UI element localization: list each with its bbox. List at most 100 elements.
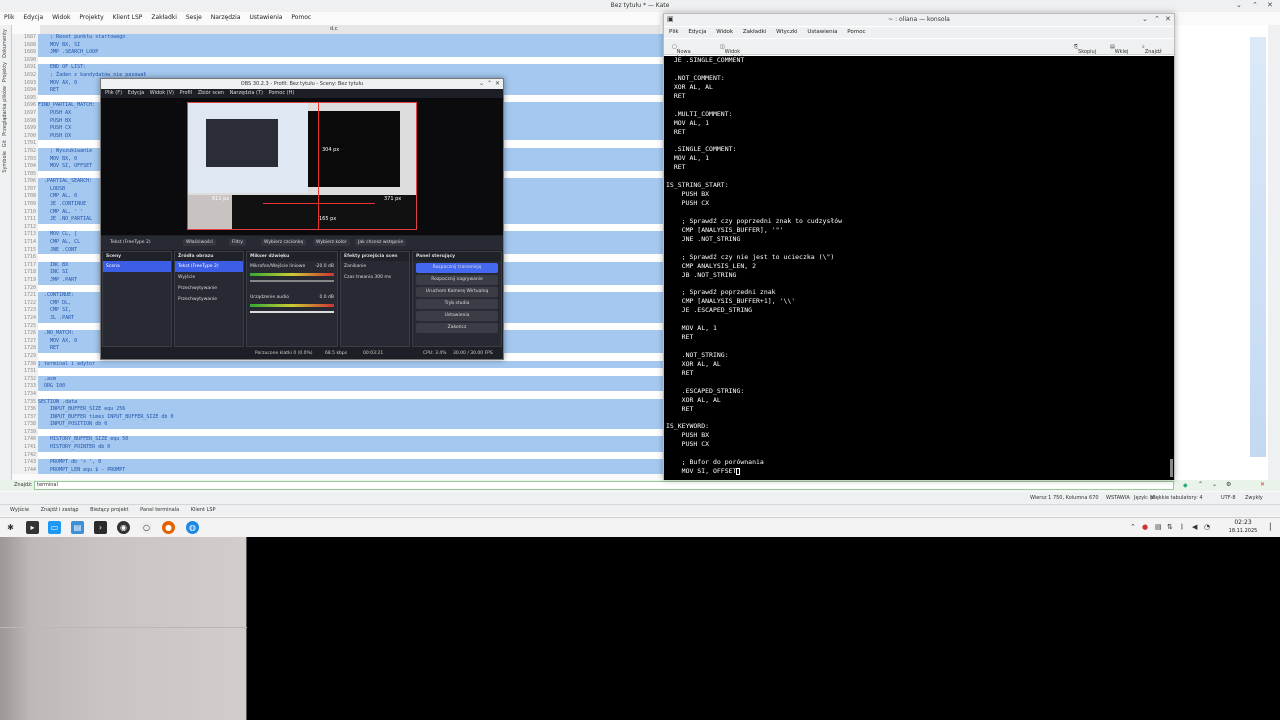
file-type[interactable]: Zwykły — [1245, 495, 1263, 501]
obs-task-icon[interactable]: ◉ — [117, 521, 130, 534]
dock-tab-projects[interactable]: Projekty — [2, 62, 8, 82]
menu-file[interactable]: Plik — [4, 12, 14, 24]
scene-item[interactable]: Scena — [103, 261, 171, 272]
menu-projects[interactable]: Projekty — [79, 12, 103, 24]
properties-button[interactable]: Właściwości — [183, 239, 217, 246]
cursor-position[interactable]: Wiersz 1 750, Kolumna 670 — [1030, 495, 1099, 501]
browser-task-icon[interactable]: ◍ — [186, 521, 199, 534]
source-item[interactable]: Przechwytywanie — [175, 283, 243, 294]
menu-sessions[interactable]: Sesje — [186, 12, 202, 24]
start-streaming-button[interactable]: Rozpocznij transmisję — [416, 263, 498, 273]
menu-tools[interactable]: Narzędzia — [211, 12, 241, 24]
font-button[interactable]: Wybierz czcionkę — [261, 239, 307, 246]
indent-setting[interactable]: Miękkie tabulatory: 4 — [1150, 495, 1203, 501]
search-options-icon[interactable]: ⚙ — [1226, 481, 1231, 488]
konsole-menu-view[interactable]: Widok — [716, 27, 733, 38]
filters-button[interactable]: Filtry — [229, 239, 247, 246]
tray-record-icon[interactable]: ● — [1142, 523, 1148, 531]
konsole-menu-bookmarks[interactable]: Zakładki — [743, 27, 766, 38]
source-item[interactable]: Wyjście — [175, 272, 243, 283]
obs-menu-edit[interactable]: Edycja — [128, 89, 145, 98]
konsole-menu-plugins[interactable]: Wtyczki — [776, 27, 797, 38]
dock-tab-filebrowser[interactable]: Przeglądarka plików — [2, 86, 8, 136]
copy-button[interactable]: ⎘ Skopiuj — [1074, 44, 1096, 55]
encoding[interactable]: UTF-8 — [1221, 495, 1236, 501]
tray-network-icon[interactable]: ⇅ — [1167, 523, 1173, 531]
search-input[interactable]: terminal — [34, 481, 1174, 490]
preview-canvas[interactable]: 611 px 371 px 165 px 304 px — [187, 102, 417, 230]
studio-mode-button[interactable]: Tryb studia — [416, 299, 498, 309]
text-input[interactable]: Jak chcesz wstępnie — [355, 239, 407, 246]
konsole-task-icon[interactable]: ▸ — [26, 521, 39, 534]
konsole-menu-settings[interactable]: Ustawienia — [807, 27, 837, 38]
chrome-task-icon[interactable]: ○ — [140, 521, 153, 534]
menu-edit[interactable]: Edycja — [23, 12, 43, 24]
menu-lsp[interactable]: Klient LSP — [113, 12, 143, 24]
mic-volume-slider[interactable] — [250, 280, 334, 282]
desktop-volume-slider[interactable] — [250, 311, 334, 313]
konsole-close-icon[interactable]: ✕ — [1165, 15, 1171, 23]
toolview-search-replace[interactable]: Znajdź i zastąp — [41, 505, 79, 516]
konsole-maximize-icon[interactable]: ⌃ — [1154, 15, 1160, 23]
terminal-scrollbar[interactable] — [1170, 459, 1173, 477]
source-item[interactable]: Tekst (FreeType 2) — [175, 261, 243, 272]
search-next-icon[interactable]: ◆ — [1183, 482, 1188, 489]
toolview-terminal[interactable]: Panel terminala — [140, 505, 179, 516]
search-close-icon[interactable]: ✕ — [1260, 481, 1265, 488]
document-tab[interactable]: d.c — [330, 26, 338, 32]
minimap-viewport[interactable] — [1250, 37, 1266, 457]
color-button[interactable]: Wybierz kolor — [313, 239, 350, 246]
minimize-icon[interactable]: ⌄ — [1236, 1, 1242, 9]
dock-tab-symbols[interactable]: Symbole — [2, 151, 8, 173]
split-view-button[interactable]: ◫ Widok podzielony — [720, 44, 752, 61]
clock[interactable]: 02:23 18.11.2025 — [1220, 519, 1266, 535]
terminal-task-icon[interactable]: › — [94, 521, 107, 534]
editor-minimap[interactable] — [1175, 25, 1280, 485]
dock-tab-git[interactable]: Git — [2, 140, 8, 147]
menu-view[interactable]: Widok — [52, 12, 70, 24]
obs-menu-scenes[interactable]: Zbiór scen — [198, 89, 224, 98]
settings-button[interactable]: Ustawienia — [416, 311, 498, 321]
firefox-task-icon[interactable]: ● — [162, 521, 175, 534]
obs-maximize-icon[interactable]: ⌃ — [487, 80, 492, 87]
toolview-current-project[interactable]: Bieżący projekt — [90, 505, 128, 516]
toolview-output[interactable]: Wyjście — [10, 505, 29, 516]
konsole-menu-file[interactable]: Plik — [669, 27, 679, 38]
konsole-minimize-icon[interactable]: ⌄ — [1142, 15, 1148, 23]
menu-settings[interactable]: Ustawienia — [249, 12, 282, 24]
tray-clipboard-icon[interactable]: ▤ — [1155, 523, 1162, 531]
obs-menu-profile[interactable]: Profil — [180, 89, 192, 98]
search-down-icon[interactable]: ⌄ — [1212, 481, 1217, 488]
toolview-lsp[interactable]: Klient LSP — [191, 505, 216, 516]
app-launcher-icon[interactable]: ✱ — [4, 521, 17, 534]
obs-minimize-icon[interactable]: ⌄ — [479, 80, 484, 87]
konsole-menu-help[interactable]: Pomoc — [847, 27, 865, 38]
duration-value[interactable]: 300 ms — [374, 275, 391, 280]
tray-volume-icon[interactable]: ◀ — [1192, 523, 1197, 531]
transition-type[interactable]: Zanikanie — [341, 261, 409, 272]
menu-help[interactable]: Pomoc — [291, 12, 311, 24]
search-prev-icon[interactable]: ⌃ — [1198, 481, 1203, 488]
tray-expand-icon[interactable]: ⌃ — [1130, 523, 1136, 531]
start-recording-button[interactable]: Rozpocznij nagrywanie — [416, 275, 498, 285]
dolphin-task-icon[interactable]: ▤ — [71, 521, 84, 534]
obs-menu-file[interactable]: Plik (F) — [105, 89, 122, 98]
input-mode[interactable]: WSTAWIA — [1106, 495, 1130, 501]
menu-bookmarks[interactable]: Zakładki — [151, 12, 177, 24]
konsole-menu-edit[interactable]: Edycja — [688, 27, 706, 38]
dock-tab-documents[interactable]: Dokumenty — [2, 29, 8, 58]
obs-menu-help[interactable]: Pomoc (H) — [269, 89, 295, 98]
obs-menu-tools[interactable]: Narzędzia (T) — [230, 89, 263, 98]
terminal-output[interactable]: JE .SINGLE_COMMENT .NOT_COMMENT: XOR AL,… — [664, 56, 1174, 480]
tray-bluetooth-icon[interactable]: ᛒ — [1180, 523, 1184, 531]
obs-preview[interactable]: 611 px 371 px 165 px 304 px — [101, 98, 503, 235]
virtual-camera-button[interactable]: Uruchom Kamerę Wirtualną — [416, 287, 498, 297]
new-tab-button[interactable]: ▢ Nowa karta — [672, 44, 691, 61]
paste-button[interactable]: ▤ Wklej — [1110, 44, 1128, 55]
show-desktop-icon[interactable]: ▏ — [1270, 523, 1275, 531]
close-icon[interactable]: ✕ — [1267, 1, 1273, 9]
exit-button[interactable]: Zakończ — [416, 323, 498, 333]
find-button[interactable]: ⌕ Znajdź — [1142, 44, 1162, 55]
obs-menu-view[interactable]: Widok (V) — [150, 89, 174, 98]
obs-close-icon[interactable]: ✕ — [495, 80, 500, 87]
